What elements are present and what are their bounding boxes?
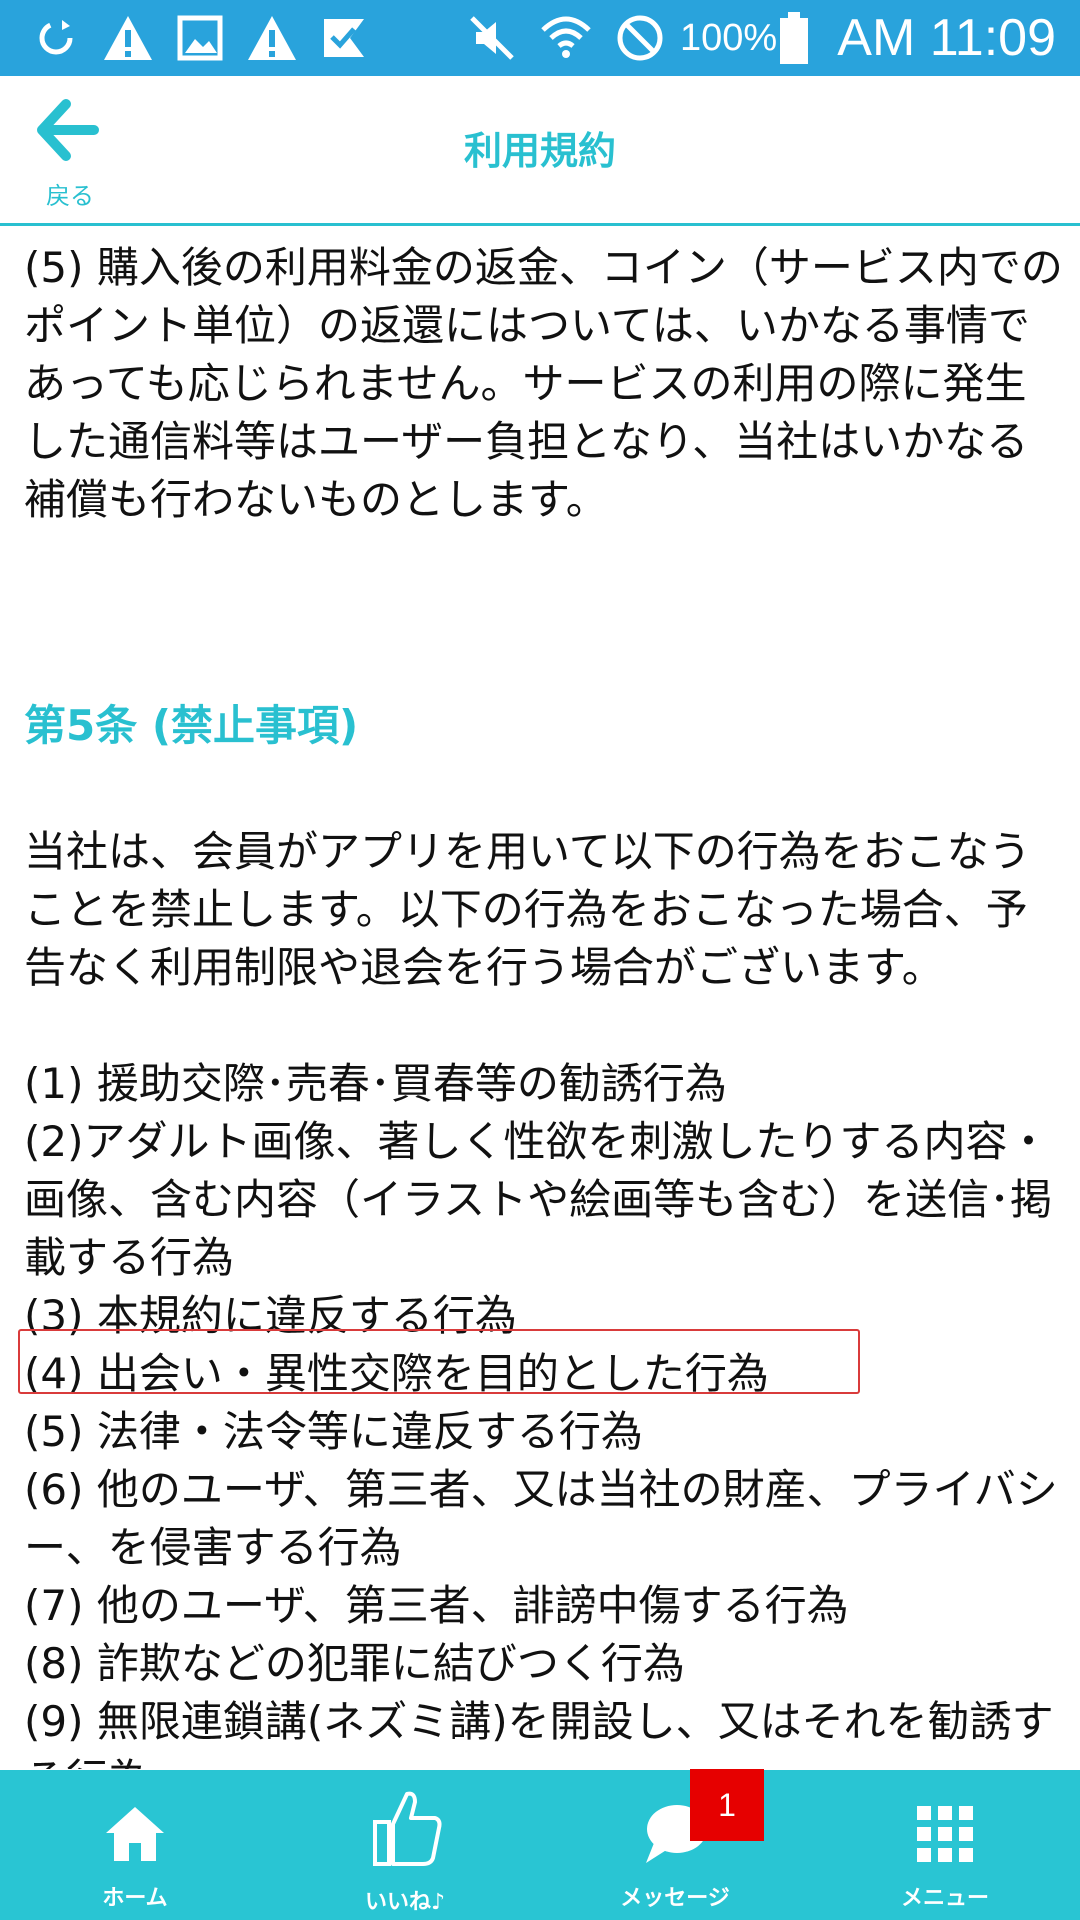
list-item: (6) 他のユーザ、第三者、又は当社の財産、プライバシー、を侵害する行為	[24, 1465, 1058, 1572]
home-icon	[95, 1798, 175, 1870]
check-icon	[316, 10, 372, 66]
nav-label: メニュー	[900, 1886, 989, 1911]
section-paragraph: 当社は、会員がアプリを用いて以下の行為をおこなうことを禁止します。以下の行為をお…	[24, 827, 1031, 992]
nav-like[interactable]: いいね♪	[270, 1770, 540, 1920]
warning-icon	[244, 10, 300, 66]
thumbs-up-icon	[365, 1791, 445, 1866]
nav-home[interactable]: ホーム	[0, 1770, 270, 1920]
intro-paragraph: (5) 購入後の利用料金の返金、コイン（サービス内でのポイント単位）の返還にはつ…	[24, 243, 1063, 524]
terms-content[interactable]: (5) 購入後の利用料金の返金、コイン（サービス内でのポイント単位）の返還にはつ…	[0, 229, 1080, 1769]
nav-message[interactable]: メッセージ	[540, 1770, 810, 1920]
page-title: 利用規約	[463, 129, 616, 173]
warning-icon	[100, 10, 156, 66]
list-item: (9) 無限連鎖講(ネズミ講)を開設し、又はそれを勧誘する行為	[24, 1697, 1054, 1769]
list-item: (3) 本規約に違反する行為	[24, 1291, 517, 1340]
battery-percent: 100%	[680, 17, 778, 59]
nav-label: ホーム	[102, 1886, 168, 1911]
status-bar: 100% AM 11:09	[0, 0, 1080, 76]
nav-label: いいね♪	[364, 1890, 446, 1915]
no-sim-icon	[612, 10, 668, 66]
list-item: (1) 援助交際･売春･買春等の勧誘行為	[24, 1059, 727, 1108]
message-badge: 1	[690, 1769, 764, 1841]
prohibited-list: (1) 援助交際･売春･買春等の勧誘行為 (2)アダルト画像、著しく性欲を刺激し…	[24, 1055, 1064, 1769]
sync-icon	[28, 10, 84, 66]
mute-icon	[464, 10, 520, 66]
list-item: (5) 法律・法令等に違反する行為	[24, 1407, 643, 1456]
wifi-icon	[536, 10, 596, 66]
nav-label: メッセージ	[620, 1886, 730, 1911]
image-icon	[172, 10, 228, 66]
app-header: 戻る 利用規約	[0, 76, 1080, 226]
nav-menu[interactable]: メニュー	[810, 1770, 1080, 1920]
list-item: (2)アダルト画像、著しく性欲を刺激したりする内容・画像、含む内容（イラストや絵…	[24, 1117, 1053, 1282]
list-item: (7) 他のユーザ、第三者、誹謗中傷する行為	[24, 1581, 849, 1630]
back-label: 戻る	[46, 182, 94, 210]
back-button[interactable]: 戻る	[30, 98, 110, 210]
back-arrow-icon	[36, 98, 100, 166]
clock: AM 11:09	[837, 9, 1056, 67]
list-item-highlighted: (4) 出会い・異性交際を目的とした行為	[24, 1349, 769, 1398]
list-item: (8) 詐欺などの犯罪に結びつく行為	[24, 1639, 685, 1688]
bottom-nav: ホーム いいね♪ メッセージ メニュー	[0, 1770, 1080, 1920]
section-heading: 第5条 (禁止事項)	[24, 701, 359, 750]
grid-menu-icon	[905, 1798, 985, 1870]
battery-icon	[776, 10, 812, 66]
